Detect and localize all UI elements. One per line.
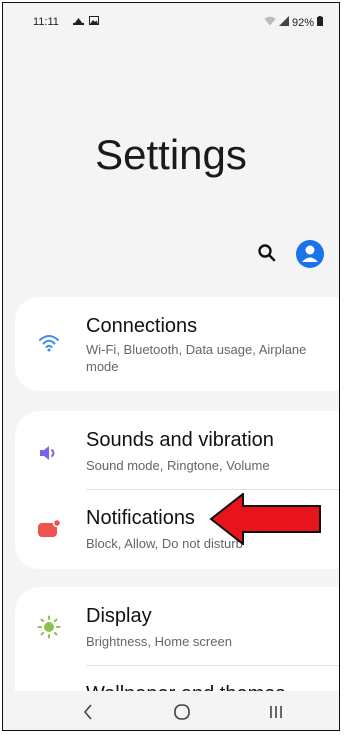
home-icon [174, 704, 190, 720]
divider [86, 489, 339, 490]
status-right: 92% [264, 16, 323, 29]
page-title: Settings [95, 131, 247, 178]
profile-button[interactable] [295, 239, 325, 269]
connections-subtitle: Wi-Fi, Bluetooth, Data usage, Airplane m… [86, 342, 307, 374]
status-left-icons [73, 16, 99, 28]
battery-text: 92% [291, 16, 314, 29]
recents-button[interactable] [261, 697, 291, 727]
connections-title: Connections [86, 315, 198, 337]
gallery-icon [88, 16, 99, 28]
volume-icon [37, 441, 61, 465]
search-button[interactable] [255, 241, 279, 265]
phone-screen: 11:11 92% Settings Connections Wi-Fi, Bl… [2, 2, 340, 731]
status-time: 11:11 [33, 16, 59, 28]
sound-notification-card: Sounds and vibration Sound mode, Rington… [15, 411, 339, 569]
navigation-bar [3, 691, 339, 730]
settings-item-sounds[interactable]: Sounds and vibration Sound mode, Rington… [15, 421, 339, 491]
alarm-icon [73, 17, 89, 28]
wifi-icon [264, 16, 276, 29]
status-bar: 11:11 92% [3, 3, 339, 33]
divider [86, 665, 339, 666]
profile-icon [296, 240, 324, 268]
notification-icon [37, 517, 62, 541]
connections-card: Connections Wi-Fi, Bluetooth, Data usage… [15, 297, 339, 391]
search-icon [258, 244, 276, 262]
notifications-title: Notifications [86, 507, 195, 529]
red-arrow-icon [209, 493, 321, 545]
back-icon [83, 704, 92, 720]
sounds-title: Sounds and vibration [86, 429, 274, 451]
sounds-subtitle: Sound mode, Ringtone, Volume [86, 458, 270, 473]
recents-icon [270, 706, 282, 718]
signal-icon [278, 16, 289, 29]
settings-item-connections[interactable]: Connections Wi-Fi, Bluetooth, Data usage… [15, 309, 339, 379]
settings-item-display[interactable]: Display Brightness, Home screen [15, 597, 339, 667]
home-button[interactable] [167, 697, 197, 727]
wifi-icon [37, 331, 61, 355]
display-subtitle: Brightness, Home screen [86, 634, 232, 649]
battery-icon [317, 16, 323, 29]
display-title: Display [86, 605, 152, 627]
sun-icon [37, 615, 61, 639]
back-button[interactable] [73, 697, 103, 727]
